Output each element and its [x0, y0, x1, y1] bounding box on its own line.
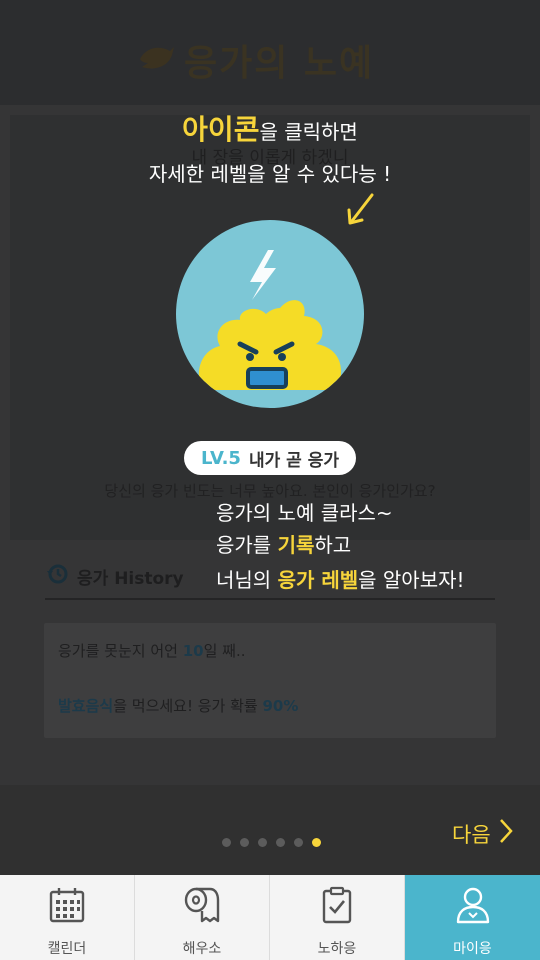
page-dot[interactable] — [240, 838, 249, 847]
calendar-icon — [47, 885, 87, 929]
page-dot[interactable] — [276, 838, 285, 847]
tab-calendar-label: 캘린더 — [47, 941, 87, 957]
level-badge: LV.5 내가 곧 응가 — [184, 441, 356, 475]
tip-line-1: 아이콘을 클릭하면 — [0, 108, 540, 148]
level-name: 내가 곧 응가 — [248, 450, 339, 471]
tip-rest: 을 클릭하면 — [259, 120, 358, 144]
pointer-arrow-icon — [344, 192, 376, 230]
tab-knowhow-label: 노하응 — [317, 941, 357, 957]
bottom-tab-bar: 캘린더 해우소 노하응 마이응 — [0, 875, 540, 960]
info-days-prefix: 응가를 못눈지 어언 — [58, 642, 183, 660]
desc2-highlight: 기록 — [277, 533, 315, 557]
app-logo: 응가의 노예 — [136, 34, 374, 86]
angry-poop-icon — [198, 250, 342, 390]
desc-line-2: 응가를 기록하고 — [216, 529, 351, 558]
tab-knowhow[interactable]: 노하응 — [270, 875, 405, 960]
desc2-part-a: 응가를 — [216, 533, 278, 557]
desc-line-3: 너님의 응가 레벨을 알아보자! — [216, 564, 465, 593]
tip-highlight: 아이콘 — [182, 113, 260, 146]
tab-my-page-label: 마이응 — [453, 941, 492, 957]
next-button[interactable]: 다음 — [452, 818, 513, 849]
chevron-right-icon — [499, 818, 513, 849]
level-code: LV.5 — [200, 447, 241, 469]
tab-restroom[interactable]: 해우소 — [135, 875, 270, 960]
info-percent: 90% — [262, 697, 299, 715]
tab-restroom-label: 해우소 — [182, 941, 222, 957]
info-line-days: 응가를 못눈지 어언 10일 째.. — [58, 640, 246, 661]
info-food: 발효음식 — [58, 697, 114, 715]
info-line-food: 발효음식을 먹으세요! 응가 확률 90% — [58, 695, 298, 716]
next-label: 다음 — [452, 822, 491, 847]
page-dot[interactable] — [294, 838, 303, 847]
history-icon — [45, 562, 69, 590]
bird-icon — [136, 41, 176, 79]
info-food-middle: 을 먹으세요! 응가 확률 — [113, 697, 263, 715]
level-avatar-button[interactable] — [176, 220, 364, 408]
toilet-paper-icon — [182, 885, 222, 929]
tab-calendar[interactable]: 캘린더 — [0, 875, 135, 960]
desc3-part-a: 너님의 — [216, 568, 278, 592]
desc-line-1: 응가의 노예 클라스~ — [216, 501, 393, 525]
page-dot[interactable] — [222, 838, 231, 847]
user-icon — [453, 885, 493, 929]
page-dot[interactable] — [258, 838, 267, 847]
page-dot-active[interactable] — [312, 838, 321, 847]
clipboard-check-icon — [317, 885, 357, 929]
info-days-count: 10 — [182, 642, 204, 660]
app-title: 응가의 노예 — [184, 43, 375, 84]
desc2-part-b: 하고 — [314, 533, 352, 557]
tip-line-2: 자세한 레벨을 알 수 있다능 ! — [148, 162, 392, 186]
history-info-box: 응가를 못눈지 어언 10일 째.. 발효음식을 먹으세요! 응가 확률 90% — [44, 623, 496, 738]
history-label: 응가 History — [77, 568, 184, 589]
app-header: 응가의 노예 — [0, 0, 540, 105]
tab-my-page[interactable]: 마이응 — [405, 875, 540, 960]
desc3-part-b: 을 알아보자! — [358, 568, 465, 592]
info-days-suffix: 일 째.. — [203, 642, 246, 660]
page-indicator — [222, 838, 330, 847]
desc3-highlight: 응가 레벨 — [277, 568, 359, 592]
